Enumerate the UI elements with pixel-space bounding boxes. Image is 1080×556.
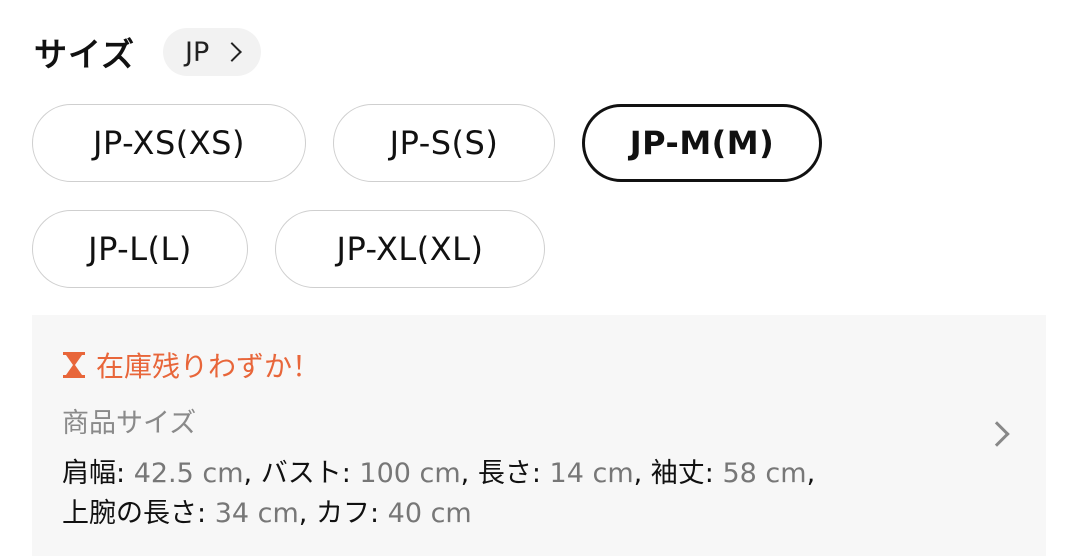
stock-alert-text: 在庫残りわずか！ xyxy=(96,350,321,383)
measurement-label: 肩幅 xyxy=(62,458,116,489)
measurement-label: 上腕の長さ xyxy=(62,498,197,529)
size-title: サイズ xyxy=(34,35,136,74)
region-label: JP xyxy=(185,36,210,68)
hourglass-icon xyxy=(63,352,85,378)
size-options: JP-XS(XS) JP-S(S) JP-M(M) JP-L(L) JP-XL(… xyxy=(32,104,1032,316)
measurement-value: 34 cm xyxy=(214,498,299,529)
measurement-value: 42.5 cm xyxy=(133,458,244,489)
size-header: サイズ JP xyxy=(34,28,262,76)
measurement-value: 40 cm xyxy=(387,498,472,529)
section-label: 商品サイズ xyxy=(62,408,197,439)
measurements: 肩幅: 42.5 cm, バスト: 100 cm, 長さ: 14 cm, 袖丈:… xyxy=(62,458,816,529)
size-option-jp-l[interactable]: JP-L(L) xyxy=(32,210,248,288)
stock-alert: 在庫残りわずか！ xyxy=(62,345,1016,385)
measurement-value: 58 cm xyxy=(722,458,807,489)
chevron-right-icon xyxy=(222,42,243,62)
size-option-jp-xl[interactable]: JP-XL(XL) xyxy=(275,210,545,288)
size-option-jp-s[interactable]: JP-S(S) xyxy=(333,104,555,182)
measurement-label: バスト xyxy=(260,458,342,489)
size-option-jp-m[interactable]: JP-M(M) xyxy=(582,104,822,182)
measurement-label: カフ xyxy=(315,498,370,529)
product-size-panel[interactable]: 在庫残りわずか！ 商品サイズ 肩幅: 42.5 cm, バスト: 100 cm,… xyxy=(32,315,1046,556)
measurement-label: 袖丈 xyxy=(650,458,705,489)
measurement-label: 長さ xyxy=(477,458,532,489)
size-option-jp-xs[interactable]: JP-XS(XS) xyxy=(32,104,306,182)
region-selector[interactable]: JP xyxy=(163,28,262,76)
measurement-value: 100 cm xyxy=(359,458,461,489)
measurement-value: 14 cm xyxy=(549,458,634,489)
